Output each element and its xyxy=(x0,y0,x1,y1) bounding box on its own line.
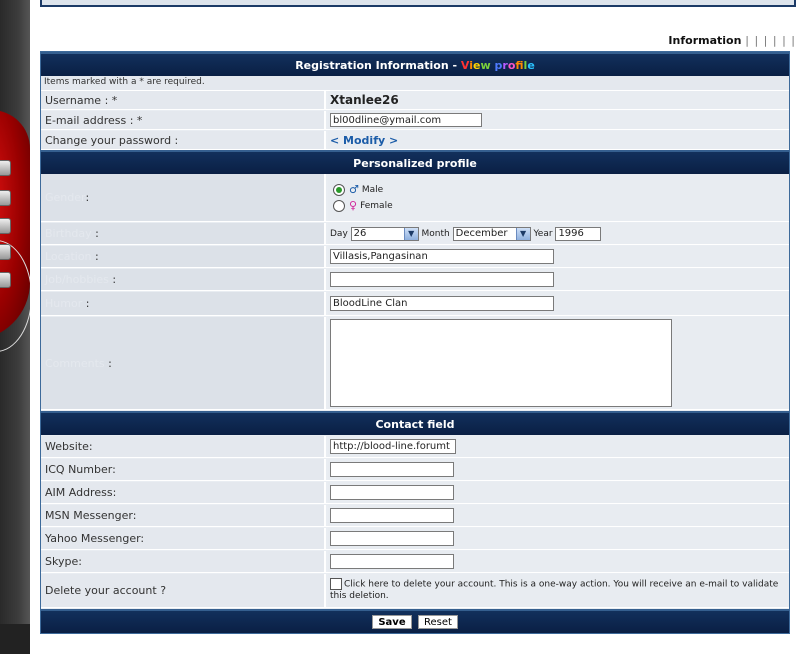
msn-row: MSN Messenger: xyxy=(41,505,789,527)
msn-input[interactable] xyxy=(330,508,454,523)
chevron-down-icon[interactable]: ▼ xyxy=(515,227,530,240)
year-label: Year xyxy=(533,228,553,239)
gender-male-option[interactable]: ♂ Male xyxy=(333,182,383,198)
icq-input[interactable] xyxy=(330,462,454,477)
info-separators: | | | | | | xyxy=(745,34,796,47)
job-input[interactable] xyxy=(330,272,554,287)
required-note-row: Items marked with a * are required. xyxy=(41,76,789,91)
skype-label: Skype: xyxy=(41,551,326,572)
delete-account-label: Delete your account ? xyxy=(41,574,326,607)
male-icon: ♂ xyxy=(349,183,359,196)
password-row: Change your password : < Modify > xyxy=(41,131,789,150)
humor-row: Humor : xyxy=(41,292,789,316)
username-value: Xtanlee26 xyxy=(330,93,399,107)
comments-label: Comments xyxy=(45,356,105,370)
comments-textarea[interactable] xyxy=(330,319,672,407)
required-note: Items marked with a * are required. xyxy=(44,77,205,87)
email-row: E-mail address : * xyxy=(41,111,789,130)
female-icon: ♀ xyxy=(349,199,358,212)
top-info-nav[interactable]: Information | | | | | | xyxy=(668,34,796,47)
side-nav-button[interactable] xyxy=(0,272,11,288)
view-profile-link[interactable]: View profile xyxy=(461,59,535,72)
registration-header: Registration Information - View profile xyxy=(41,52,789,76)
yahoo-row: Yahoo Messenger: xyxy=(41,528,789,550)
male-radio[interactable] xyxy=(333,183,345,196)
yahoo-label: Yahoo Messenger: xyxy=(41,528,326,549)
side-nav-button[interactable] xyxy=(0,160,11,176)
profile-form-panel: Registration Information - View profile … xyxy=(40,51,790,634)
female-label: Female xyxy=(360,200,393,211)
delete-account-row: Delete your account ? Click here to dele… xyxy=(41,574,789,608)
view-profile-letter[interactable]: V xyxy=(461,59,469,72)
delete-account-checkbox[interactable] xyxy=(330,578,342,590)
month-select[interactable]: December ▼ xyxy=(452,226,531,241)
side-nav-button[interactable] xyxy=(0,218,11,234)
view-profile-letter[interactable]: e xyxy=(527,59,534,72)
contact-field-header: Contact field xyxy=(41,411,789,435)
email-label: E-mail address : * xyxy=(41,111,326,129)
reset-button[interactable]: Reset xyxy=(418,615,458,629)
left-decoration xyxy=(0,0,30,654)
personalized-profile-header: Personalized profile xyxy=(41,150,789,174)
save-button[interactable]: Save xyxy=(372,615,412,629)
day-select[interactable]: 26 ▼ xyxy=(350,226,419,241)
left-footer-decoration xyxy=(0,624,30,654)
contact-field-title: Contact field xyxy=(375,417,455,431)
modify-password-link[interactable]: < Modify > xyxy=(330,134,398,147)
birthday-row: Birthday : Day 26 ▼ Month December ▼ Yea… xyxy=(41,223,789,245)
icq-label: ICQ Number: xyxy=(41,459,326,480)
view-profile-letter[interactable]: f xyxy=(515,59,523,72)
humor-label: Humor xyxy=(45,297,83,310)
website-row: Website: xyxy=(41,436,789,458)
aim-label: AIM Address: xyxy=(41,482,326,503)
job-row: Job/hobbies : xyxy=(41,269,789,291)
gender-row: Gender: ♂ Male ♀ Female xyxy=(41,174,789,222)
information-link[interactable]: Information xyxy=(668,34,741,47)
gender-female-option[interactable]: ♀ Female xyxy=(333,198,393,214)
skype-input[interactable] xyxy=(330,554,454,569)
view-profile-letter[interactable]: w xyxy=(480,59,490,72)
humor-input[interactable] xyxy=(330,296,554,311)
email-input[interactable] xyxy=(330,113,482,127)
yahoo-input[interactable] xyxy=(330,531,454,546)
month-value: December xyxy=(455,228,508,239)
form-actions-bar: Save Reset xyxy=(41,609,789,633)
website-input[interactable] xyxy=(330,439,456,454)
month-label: Month xyxy=(421,228,450,239)
website-label: Website: xyxy=(41,436,326,457)
location-row: Location : xyxy=(41,246,789,268)
delete-account-text: Click here to delete your account. This … xyxy=(330,579,779,601)
msn-label: MSN Messenger: xyxy=(41,505,326,526)
aim-input[interactable] xyxy=(330,485,454,500)
username-row: Username : * Xtanlee26 xyxy=(41,91,789,110)
icq-row: ICQ Number: xyxy=(41,459,789,481)
gender-label: Gender xyxy=(45,191,86,204)
female-radio[interactable] xyxy=(333,199,345,212)
aim-row: AIM Address: xyxy=(41,482,789,504)
location-input[interactable] xyxy=(330,249,554,264)
side-nav-button[interactable] xyxy=(0,190,11,206)
location-label: Location xyxy=(45,250,92,263)
chevron-down-icon[interactable]: ▼ xyxy=(403,227,418,240)
year-input[interactable] xyxy=(555,226,602,241)
personalized-profile-title: Personalized profile xyxy=(353,156,477,170)
day-label: Day xyxy=(330,228,348,239)
skype-row: Skype: xyxy=(41,551,789,573)
side-nav-button[interactable] xyxy=(0,244,11,260)
password-label: Change your password : xyxy=(41,131,326,149)
job-label: Job/hobbies xyxy=(45,273,109,286)
comments-row: Comments : xyxy=(41,317,789,410)
day-value: 26 xyxy=(353,228,367,239)
username-label: Username : * xyxy=(41,91,326,109)
male-label: Male xyxy=(361,184,384,195)
registration-title: Registration Information - xyxy=(295,58,461,72)
top-banner xyxy=(40,0,796,7)
birthday-label: Birthday xyxy=(45,227,92,240)
